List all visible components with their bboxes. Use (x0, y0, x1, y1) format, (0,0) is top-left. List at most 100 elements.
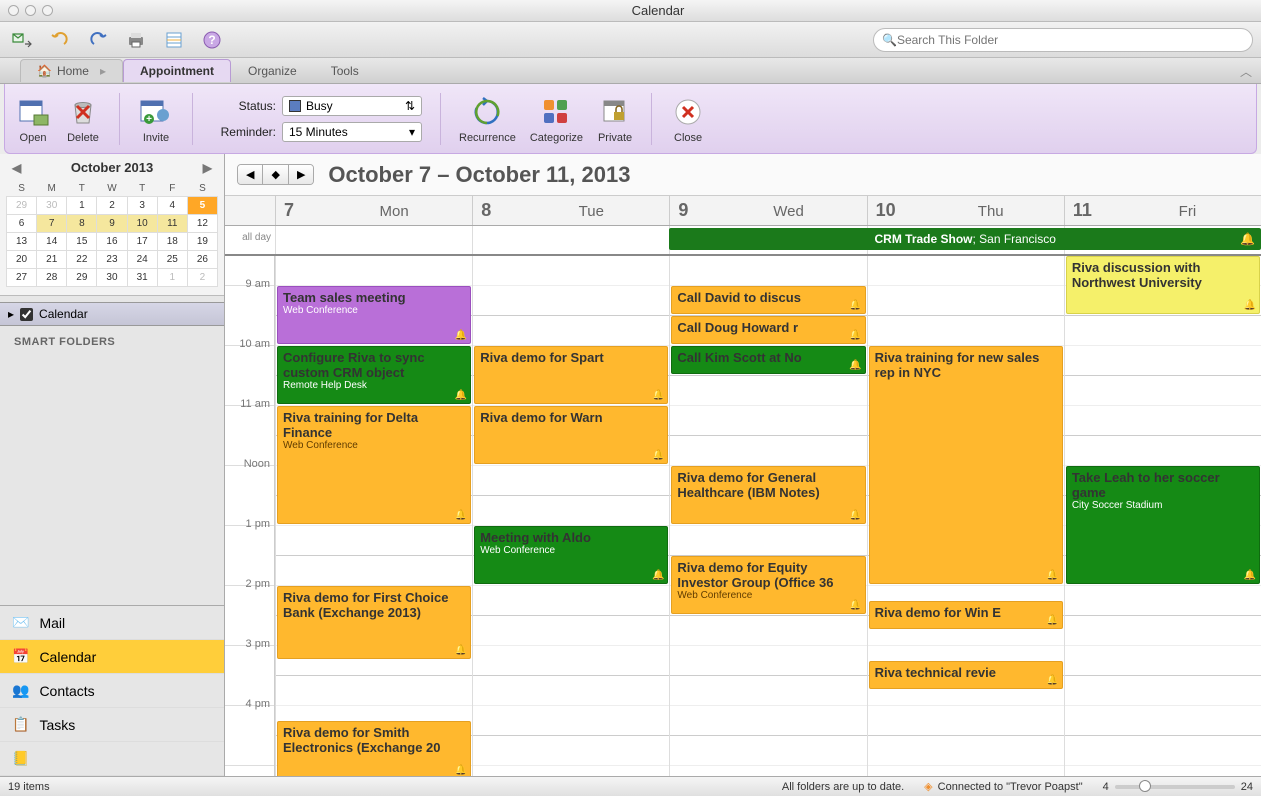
help-button[interactable]: ? (198, 26, 226, 54)
nav-notes[interactable]: 📒 (0, 742, 224, 776)
calendar-event[interactable]: Riva demo for Equity Investor Group (Off… (671, 556, 865, 614)
mini-cal-day[interactable]: 8 (67, 215, 97, 233)
status-select[interactable]: Busy⇅ (282, 96, 422, 116)
day-header[interactable]: 8Tue (472, 196, 669, 225)
ribbon-recurrence-button[interactable]: Recurrence (459, 94, 516, 144)
mini-cal-day[interactable]: 3 (127, 197, 157, 215)
mini-cal-day[interactable]: 5 (187, 197, 217, 215)
reminder-select[interactable]: 15 Minutes▾ (282, 122, 422, 142)
mini-cal-day[interactable]: 12 (187, 215, 217, 233)
mini-cal-day[interactable]: 29 (67, 269, 97, 287)
calendar-event[interactable]: Riva demo for General Healthcare (IBM No… (671, 466, 865, 524)
mini-cal-day[interactable]: 27 (7, 269, 37, 287)
search-box[interactable]: 🔍 (873, 28, 1253, 52)
mini-cal-day[interactable]: 14 (37, 233, 67, 251)
day-column[interactable]: Riva training for new sales rep in NYC🔔 R… (867, 256, 1064, 776)
zoom-window-button[interactable] (42, 5, 53, 16)
mini-cal-day[interactable]: 30 (97, 269, 127, 287)
day-column[interactable]: Riva demo for Spart🔔Riva demo for Warn🔔 M… (472, 256, 669, 776)
folder-calendar-toggle[interactable]: ▸ Calendar (0, 302, 224, 326)
mini-cal-day[interactable]: 24 (127, 251, 157, 269)
calendar-event[interactable]: Riva demo for First Choice Bank (Exchang… (277, 586, 471, 659)
calendar-event[interactable]: Riva discussion with Northwest Universit… (1066, 256, 1260, 314)
mini-cal-prev-button[interactable]: ◀ (8, 161, 25, 175)
mini-cal-day[interactable]: 17 (127, 233, 157, 251)
nav-tasks[interactable]: 📋Tasks (0, 708, 224, 742)
mini-cal-grid[interactable]: SMTWTFS 29301234567891011121314151617181… (6, 181, 218, 287)
mini-cal-day[interactable]: 31 (127, 269, 157, 287)
send-receive-button[interactable] (8, 26, 36, 54)
mini-cal-day[interactable]: 28 (37, 269, 67, 287)
mini-cal-day[interactable]: 7 (37, 215, 67, 233)
calendar-event[interactable]: Riva training for Delta FinanceWeb Confe… (277, 406, 471, 524)
nav-mail[interactable]: ✉️Mail (0, 606, 224, 640)
ribbon-invite-button[interactable]: + Invite (138, 94, 174, 144)
calendar-checkbox[interactable] (20, 308, 33, 321)
mini-cal-day[interactable]: 20 (7, 251, 37, 269)
day-header[interactable]: 9Wed (669, 196, 866, 225)
mini-cal-day[interactable]: 21 (37, 251, 67, 269)
mini-cal-day[interactable]: 26 (187, 251, 217, 269)
calendar-event[interactable]: Call Kim Scott at No🔔 (671, 346, 865, 374)
cal-today-button[interactable]: ◆ (263, 165, 288, 184)
mini-cal-day[interactable]: 11 (157, 215, 187, 233)
calendar-event[interactable]: Configure Riva to sync custom CRM object… (277, 346, 471, 404)
day-column[interactable]: Riva discussion with Northwest Universit… (1064, 256, 1261, 776)
calendar-event[interactable]: Take Leah to her soccer gameCity Soccer … (1066, 466, 1260, 584)
search-input[interactable] (897, 33, 1244, 47)
calendar-event[interactable]: Riva demo for Warn🔔 (474, 406, 668, 464)
calendar-event[interactable]: Riva training for new sales rep in NYC🔔 (869, 346, 1063, 584)
mini-cal-day[interactable]: 2 (97, 197, 127, 215)
mini-cal-day[interactable]: 10 (127, 215, 157, 233)
ribbon-collapse-button[interactable]: ︿ (1231, 60, 1261, 82)
mini-cal-day[interactable]: 9 (97, 215, 127, 233)
calendar-event[interactable]: Riva technical revie🔔 (869, 661, 1063, 689)
mini-cal-day[interactable]: 19 (187, 233, 217, 251)
day-header[interactable]: 10Thu (867, 196, 1064, 225)
zoom-slider[interactable]: 4 24 (1103, 781, 1253, 793)
nav-calendar[interactable]: 📅Calendar (0, 640, 224, 674)
zoom-thumb[interactable] (1139, 780, 1151, 792)
ribbon-close-button[interactable]: Close (670, 94, 706, 144)
day-header[interactable]: 11Fri (1064, 196, 1261, 225)
mini-cal-day[interactable]: 6 (7, 215, 37, 233)
list-button[interactable] (160, 26, 188, 54)
calendar-event[interactable]: Team sales meetingWeb Conference🔔 (277, 286, 471, 344)
calendar-event[interactable]: Meeting with AldoWeb Conference🔔 (474, 526, 668, 584)
mini-cal-day[interactable]: 23 (97, 251, 127, 269)
day-column[interactable]: Call David to discus🔔Call Doug Howard r🔔… (669, 256, 866, 776)
mini-cal-day[interactable]: 22 (67, 251, 97, 269)
calendar-event[interactable]: Call Doug Howard r🔔 (671, 316, 865, 344)
tab-tools[interactable]: Tools (314, 59, 376, 82)
ribbon-delete-button[interactable]: Delete (65, 94, 101, 144)
day-column[interactable]: Team sales meetingWeb Conference🔔Configu… (275, 256, 472, 776)
undo-button[interactable] (46, 26, 74, 54)
mini-cal-day[interactable]: 18 (157, 233, 187, 251)
mini-cal-day[interactable]: 1 (67, 197, 97, 215)
mini-cal-day[interactable]: 16 (97, 233, 127, 251)
calendar-event[interactable]: Riva demo for Win E🔔 (869, 601, 1063, 629)
mini-cal-day[interactable]: 1 (157, 269, 187, 287)
mini-cal-day[interactable]: 15 (67, 233, 97, 251)
tab-appointment[interactable]: Appointment (123, 59, 231, 82)
close-window-button[interactable] (8, 5, 19, 16)
tab-organize[interactable]: Organize (231, 59, 314, 82)
print-button[interactable] (122, 26, 150, 54)
mini-cal-day[interactable]: 29 (7, 197, 37, 215)
mini-cal-day[interactable]: 4 (157, 197, 187, 215)
calendar-event[interactable]: Riva demo for Spart🔔 (474, 346, 668, 404)
tab-home[interactable]: 🏠Home (20, 59, 123, 82)
calendar-event[interactable]: Call David to discus🔔 (671, 286, 865, 314)
minimize-window-button[interactable] (25, 5, 36, 16)
day-header[interactable]: 7Mon (275, 196, 472, 225)
redo-button[interactable] (84, 26, 112, 54)
allday-event[interactable]: CRM Trade Show; San Francisco 🔔 (669, 228, 1261, 250)
ribbon-categorize-button[interactable]: Categorize (530, 94, 583, 144)
mini-cal-day[interactable]: 25 (157, 251, 187, 269)
ribbon-open-button[interactable]: Open (15, 94, 51, 144)
nav-contacts[interactable]: 👥Contacts (0, 674, 224, 708)
calendar-event[interactable]: Riva demo for Smith Electronics (Exchang… (277, 721, 471, 776)
mini-cal-day[interactable]: 2 (187, 269, 217, 287)
mini-cal-day[interactable]: 13 (7, 233, 37, 251)
cal-next-button[interactable]: ▶ (289, 165, 313, 184)
